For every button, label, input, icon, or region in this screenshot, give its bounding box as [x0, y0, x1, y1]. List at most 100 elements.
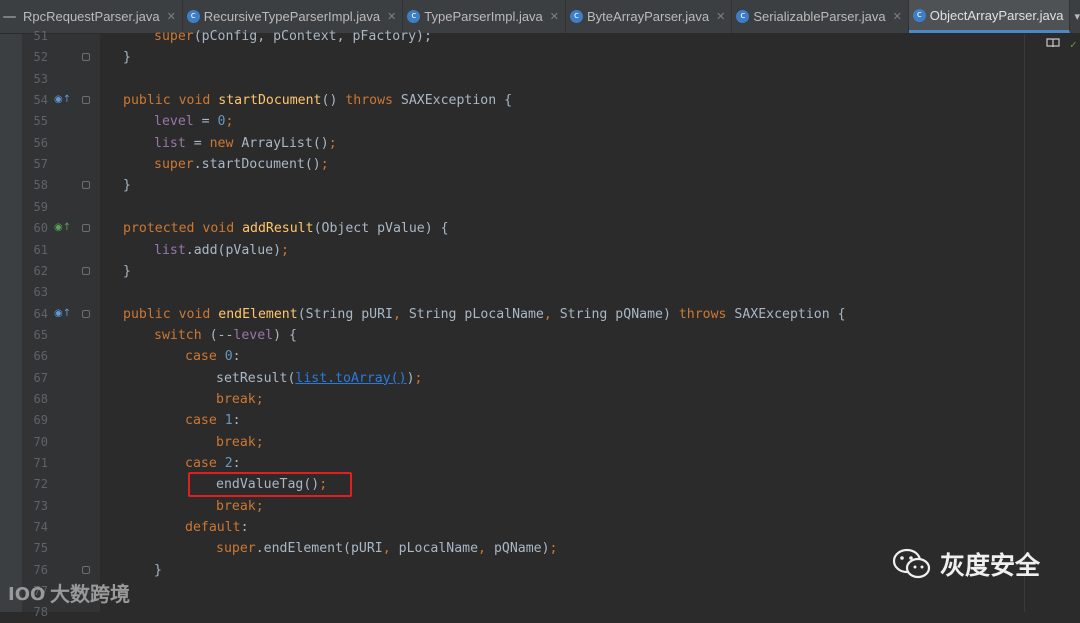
tab-list-chevron-icon[interactable]: ▾	[1070, 0, 1080, 33]
code-token: (Object pValue) {	[313, 221, 449, 237]
code-line[interactable]: 63	[0, 282, 1024, 303]
close-icon[interactable]: ✕	[387, 10, 396, 23]
code-link[interactable]: list.toArray()	[295, 371, 406, 386]
code-text: super.startDocument();	[154, 154, 329, 175]
code-token: :	[232, 456, 241, 471]
fold-toggle-icon[interactable]	[82, 266, 90, 275]
code-line[interactable]: 61 list.add(pValue);	[0, 240, 1024, 261]
code-token: case	[185, 349, 225, 365]
tab-label: SerializableParser.java	[753, 9, 886, 24]
code-token: ()	[321, 93, 346, 109]
inspection-ok-icon[interactable]: ✓	[1070, 38, 1077, 51]
code-line[interactable]: 55 level = 0;	[0, 111, 1024, 132]
code-text: setResult(list.toArray());	[216, 368, 422, 389]
code-token: super	[154, 29, 194, 44]
code-line[interactable]: 74 default:	[0, 517, 1024, 538]
code-text: public void endElement(String pURI, Stri…	[123, 304, 846, 325]
close-icon[interactable]: ✕	[550, 10, 559, 23]
code-line[interactable]: 70 break;	[0, 432, 1024, 453]
code-line[interactable]: 77	[0, 581, 1024, 602]
wechat-icon	[892, 548, 931, 579]
code-text: list.add(pValue);	[154, 240, 289, 261]
line-number: 74	[33, 520, 48, 535]
reader-mode-icon[interactable]	[1046, 38, 1060, 48]
code-token: SAXException {	[400, 93, 513, 109]
code-token: public void	[123, 93, 219, 109]
override-method-icon[interactable]: ◉↑	[54, 94, 71, 106]
code-token: 2	[224, 456, 233, 471]
code-line[interactable]: 65 switch (--level) {	[0, 325, 1024, 346]
code-token: case	[185, 456, 225, 471]
code-token: throws	[345, 93, 401, 109]
code-token: ,	[478, 541, 494, 557]
code-token: ;	[281, 242, 289, 258]
fold-toggle-icon[interactable]	[82, 565, 90, 574]
line-number: 67	[33, 370, 48, 385]
code-text: break;	[216, 496, 264, 517]
code-text: break;	[216, 389, 264, 410]
code-token: level	[233, 327, 274, 343]
highlight-box	[188, 472, 352, 497]
line-number: 68	[33, 391, 48, 406]
code-line[interactable]: 68 break;	[0, 389, 1024, 410]
code-text: }	[123, 47, 131, 68]
fold-toggle-icon[interactable]	[82, 309, 90, 318]
line-number: 56	[33, 135, 48, 150]
tab-label: RpcRequestParser.java	[22, 9, 160, 24]
fold-toggle-icon[interactable]	[82, 224, 90, 233]
fold-toggle-icon[interactable]	[82, 53, 90, 62]
close-icon[interactable]: ✕	[716, 10, 725, 23]
code-line[interactable]: 72 endValueTag();	[0, 474, 1024, 495]
code-line[interactable]: 59	[0, 197, 1024, 218]
line-number: 57	[33, 157, 48, 172]
code-line[interactable]: 73 break;	[0, 496, 1024, 517]
code-line[interactable]: 57 super.startDocument();	[0, 154, 1024, 175]
code-token: endElement	[218, 306, 298, 322]
code-token: break;	[216, 391, 264, 407]
code-line[interactable]: 75 super.endElement(pURI, pLocalName, pQN…	[0, 538, 1024, 559]
code-text: protected void addResult(Object pValue) …	[123, 218, 449, 239]
code-line[interactable]: 52}	[0, 47, 1024, 68]
code-token: throws	[678, 306, 735, 322]
close-icon[interactable]: ✕	[167, 10, 176, 23]
code-token: ,	[543, 306, 560, 322]
code-token: 1	[224, 413, 233, 429]
code-token: ;	[549, 541, 558, 557]
close-icon[interactable]: ✕	[893, 10, 902, 23]
watermark-right: 灰度安全	[892, 546, 1040, 582]
code-token: ,	[392, 306, 409, 322]
code-text: case 1:	[185, 410, 241, 431]
code-line[interactable]: 56 list = new ArrayList();	[0, 133, 1024, 154]
line-number: 53	[33, 71, 48, 86]
line-number: 61	[33, 242, 48, 257]
code-line[interactable]: 54 ◉↑ public void startDocument() throws S…	[0, 90, 1024, 111]
code-line[interactable]: 66 case 0:	[0, 346, 1024, 367]
code-token: String pLocalName	[408, 306, 544, 322]
code-line[interactable]: 78	[0, 602, 1024, 623]
code-line[interactable]: 60 ◉↑ protected void addResult(Object pVal…	[0, 218, 1024, 239]
code-line[interactable]: 67 setResult(list.toArray());	[0, 368, 1024, 389]
code-line[interactable]: 71 case 2:	[0, 453, 1024, 474]
line-number: 54	[33, 93, 48, 108]
implements-method-icon[interactable]: ◉↑	[54, 222, 71, 234]
fold-toggle-icon[interactable]	[82, 96, 90, 105]
override-method-icon[interactable]: ◉↑	[54, 308, 71, 320]
fold-toggle-icon[interactable]	[82, 181, 90, 190]
line-number: 71	[33, 456, 48, 470]
code-line[interactable]: 51 super(pConfig, pContext, pFactory);	[0, 26, 1024, 47]
code-line[interactable]: 76}	[0, 560, 1024, 581]
code-token: addResult	[242, 221, 314, 237]
code-line[interactable]: 53	[0, 69, 1024, 90]
code-token: break;	[216, 434, 264, 450]
code-text: case 0:	[185, 346, 241, 367]
code-line[interactable]: 62}	[0, 261, 1024, 282]
line-number: 64	[33, 306, 48, 321]
code-token: public void	[123, 306, 219, 322]
tab-label: RecursiveTypeParserImpl.java	[203, 9, 381, 24]
code-line[interactable]: 58}	[0, 175, 1024, 196]
code-line[interactable]: 64 ◉↑ public void endElement(String pURI, …	[0, 304, 1024, 325]
code-line[interactable]: 69 case 1:	[0, 410, 1024, 431]
line-number: 65	[33, 327, 48, 342]
code-token: break;	[216, 498, 264, 514]
code-text: case 2:	[185, 453, 241, 474]
